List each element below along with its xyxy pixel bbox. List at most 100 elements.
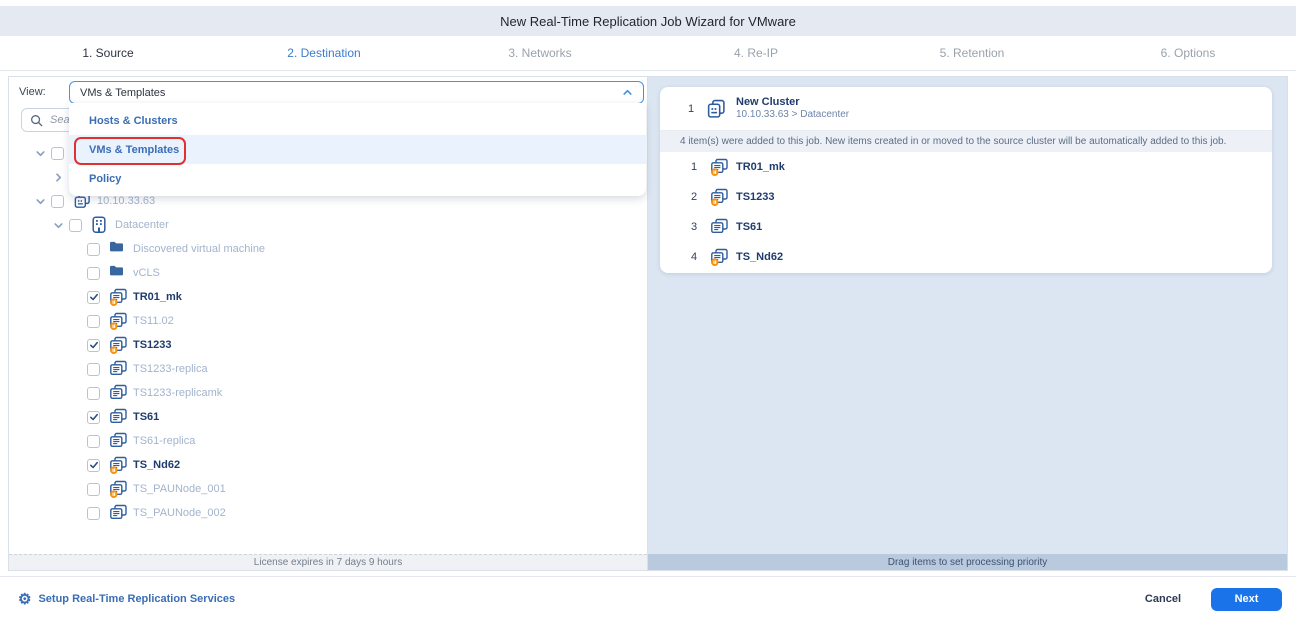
tree-item-ts-nd62[interactable]: TS_Nd62	[9, 453, 645, 477]
wizard-titlebar: New Real-Time Replication Job Wizard for…	[0, 6, 1296, 36]
checkbox-unchecked[interactable]	[51, 195, 64, 208]
step-options[interactable]: 6. Options	[1080, 36, 1296, 70]
step-retention[interactable]: 5. Retention	[864, 36, 1080, 70]
vm-icon	[109, 360, 128, 378]
cluster-name: New Cluster	[736, 96, 849, 109]
view-dropdown: Hosts & ClustersVMs & TemplatesPolicy	[69, 103, 646, 196]
cluster-icon	[706, 99, 728, 119]
tree-item-discovered-virtual-machine[interactable]: Discovered virtual machine	[9, 237, 645, 261]
tree-item-ts1233-replica[interactable]: TS1233-replica	[9, 357, 645, 381]
wizard-steps: 1. Source2. Destination3. Networks4. Re-…	[0, 36, 1296, 71]
checkbox-checked[interactable]	[87, 339, 100, 352]
tree-item-ts1233[interactable]: TS1233	[9, 333, 645, 357]
checkbox-unchecked[interactable]	[87, 315, 100, 328]
chevron-up-icon	[622, 87, 633, 98]
step-source[interactable]: 1. Source	[0, 36, 216, 70]
checkbox-unchecked[interactable]	[51, 147, 64, 160]
checkbox-checked[interactable]	[87, 411, 100, 424]
tree-item-label: TS61-replica	[133, 435, 195, 447]
cancel-button[interactable]: Cancel	[1145, 593, 1181, 605]
tree-item-ts11-02[interactable]: TS11.02	[9, 309, 645, 333]
priority-item-label: TS1233	[736, 191, 775, 203]
tree-item-ts1233-replicamk[interactable]: TS1233-replicamk	[9, 381, 645, 405]
vm-icon	[109, 408, 128, 426]
gear-icon: ⚙	[18, 592, 31, 607]
cluster-path: 10.10.33.63 > Datacenter	[736, 109, 849, 121]
tree-item-tr01-mk[interactable]: TR01_mk	[9, 285, 645, 309]
view-select-value: VMs & Templates	[80, 87, 622, 99]
checkbox-unchecked[interactable]	[87, 387, 100, 400]
vm-paused-icon	[109, 456, 128, 474]
cluster-titles: New Cluster 10.10.33.63 > Datacenter	[736, 96, 849, 121]
view-label: View:	[19, 86, 46, 98]
tree-item-datacenter[interactable]: Datacenter	[9, 213, 645, 237]
vm-paused-icon	[710, 158, 729, 176]
priority-list: 1 TR01_mk2 TS12333 TS614 TS_Nd62	[660, 152, 1272, 272]
priority-panel: 1 New Cluster 10.10.33.63 > Datacenter	[648, 77, 1287, 570]
wizard-footer: ⚙ Setup Real-Time Replication Services C…	[0, 576, 1296, 621]
tree-item-label: TR01_mk	[133, 291, 182, 303]
vm-tree: 10.10.33.63DatacenterDiscovered virtual …	[9, 141, 645, 554]
tree-item-ts-paunode-002[interactable]: TS_PAUNode_002	[9, 501, 645, 525]
priority-item-tr01-mk[interactable]: 1 TR01_mk	[660, 152, 1272, 182]
cluster-card-header[interactable]: 1 New Cluster 10.10.33.63 > Datacenter	[660, 87, 1272, 131]
priority-item-ts-nd62[interactable]: 4 TS_Nd62	[660, 242, 1272, 272]
datacenter-icon	[91, 216, 110, 234]
tree-item-vcls[interactable]: vCLS	[9, 261, 645, 285]
tree-item-label: Datacenter	[115, 219, 169, 231]
vm-paused-icon	[109, 336, 128, 354]
checkbox-checked[interactable]	[87, 459, 100, 472]
view-select[interactable]: VMs & Templates	[69, 81, 644, 104]
tree-item-label: TS11.02	[133, 315, 174, 327]
vm-paused-icon	[109, 312, 128, 330]
tree-item-label: TS61	[133, 411, 159, 423]
setup-services-link[interactable]: ⚙ Setup Real-Time Replication Services	[18, 592, 235, 607]
tree-item-label: vCLS	[133, 267, 160, 279]
chevron-down-icon[interactable]	[35, 148, 46, 159]
wizard-content: View: VMs & Templates 10.10.33.63Datacen…	[8, 76, 1288, 571]
dropdown-option-policy[interactable]: Policy	[69, 164, 646, 193]
search-icon	[30, 114, 43, 127]
dropdown-option-vms-templates[interactable]: VMs & Templates	[69, 135, 646, 164]
priority-item-ts61[interactable]: 3 TS61	[660, 212, 1272, 242]
dropdown-option-hosts-clusters[interactable]: Hosts & Clusters	[69, 106, 646, 135]
folder-icon	[109, 264, 128, 282]
tree-item-label: TS_PAUNode_001	[133, 483, 226, 495]
next-button[interactable]: Next	[1211, 588, 1282, 611]
priority-index: 3	[684, 221, 704, 233]
tree-item-label: TS1233	[133, 339, 172, 351]
checkbox-unchecked[interactable]	[69, 219, 82, 232]
checkbox-unchecked[interactable]	[87, 267, 100, 280]
checkbox-unchecked[interactable]	[87, 507, 100, 520]
chevron-right-icon[interactable]	[53, 172, 64, 183]
step-re-ip[interactable]: 4. Re-IP	[648, 36, 864, 70]
step-destination[interactable]: 2. Destination	[216, 36, 432, 70]
source-panel: View: VMs & Templates 10.10.33.63Datacen…	[9, 77, 648, 570]
dropdown-options: Hosts & ClustersVMs & TemplatesPolicy	[69, 106, 646, 193]
footer-actions: Cancel Next	[1145, 588, 1282, 611]
view-row: View: VMs & Templates	[9, 81, 647, 104]
priority-item-ts1233[interactable]: 2 TS1233	[660, 182, 1272, 212]
priority-item-label: TS_Nd62	[736, 251, 783, 263]
vm-icon	[109, 432, 128, 450]
vm-icon	[710, 218, 729, 236]
tree-item-label: TS_Nd62	[133, 459, 180, 471]
tree-item-label: Discovered virtual machine	[133, 243, 265, 255]
checkbox-unchecked[interactable]	[87, 483, 100, 496]
priority-index: 1	[684, 161, 704, 173]
chevron-down-icon[interactable]	[53, 220, 64, 231]
chevron-down-icon[interactable]	[35, 196, 46, 207]
tree-item-ts-paunode-001[interactable]: TS_PAUNode_001	[9, 477, 645, 501]
tree-item-ts61-replica[interactable]: TS61-replica	[9, 429, 645, 453]
checkbox-checked[interactable]	[87, 291, 100, 304]
tree-item-label: TS_PAUNode_002	[133, 507, 226, 519]
vm-paused-icon	[710, 248, 729, 266]
step-networks[interactable]: 3. Networks	[432, 36, 648, 70]
vm-paused-icon	[109, 288, 128, 306]
checkbox-unchecked[interactable]	[87, 435, 100, 448]
priority-item-label: TR01_mk	[736, 161, 785, 173]
vm-paused-icon	[109, 480, 128, 498]
checkbox-unchecked[interactable]	[87, 243, 100, 256]
tree-item-ts61[interactable]: TS61	[9, 405, 645, 429]
checkbox-unchecked[interactable]	[87, 363, 100, 376]
